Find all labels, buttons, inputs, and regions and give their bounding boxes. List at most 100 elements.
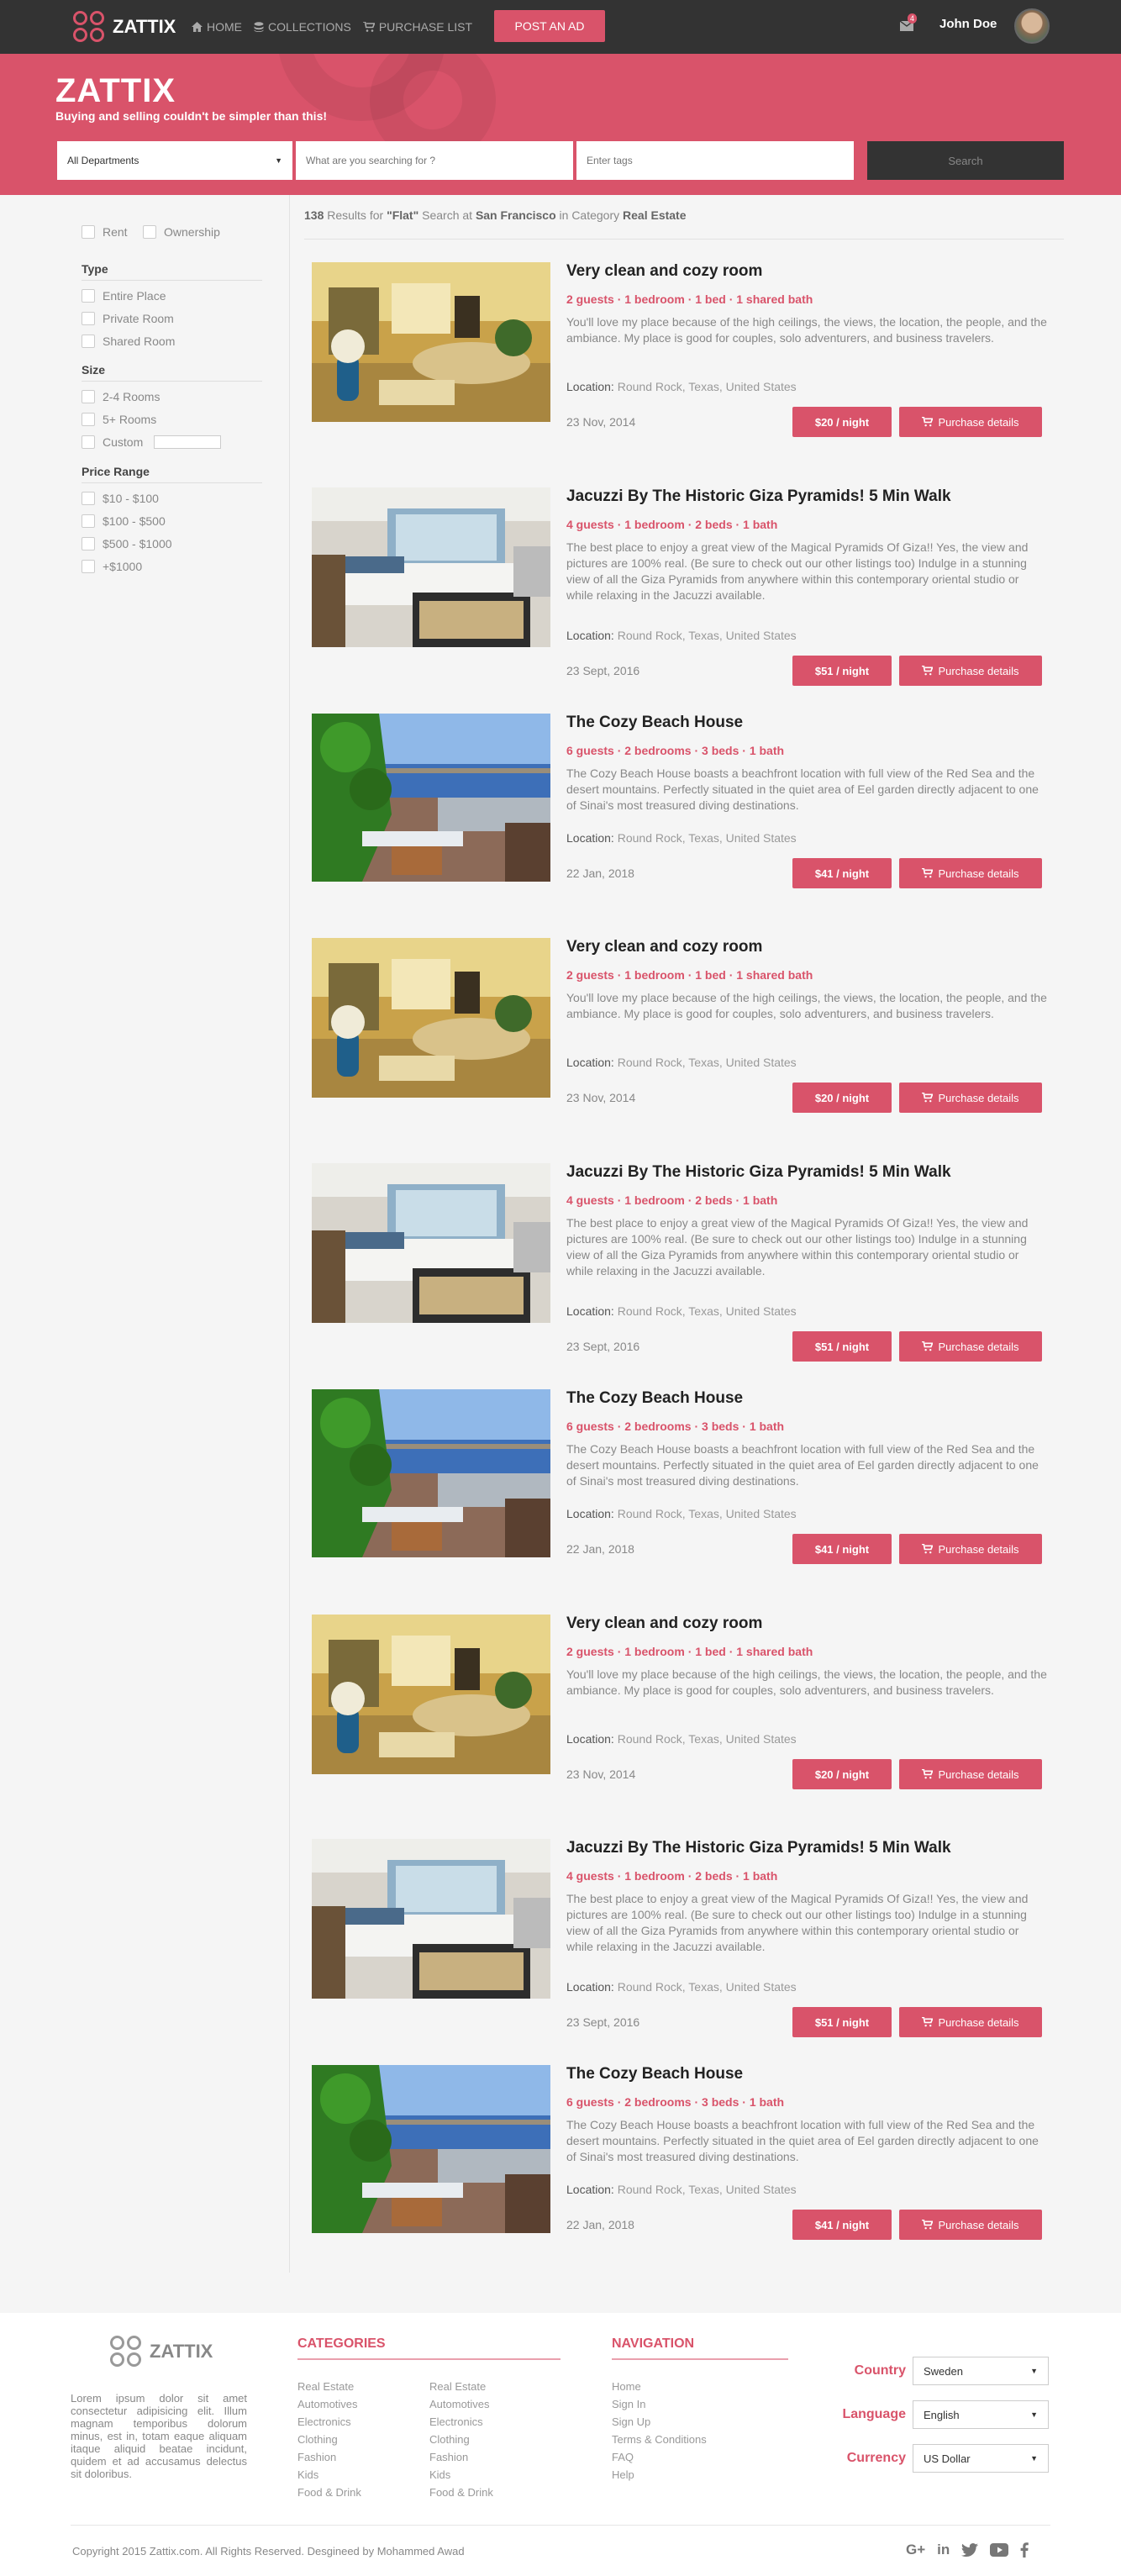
purchase-details-button[interactable]: Purchase details — [899, 1759, 1042, 1789]
footer-link[interactable]: FAQ — [612, 2451, 634, 2463]
footer-link[interactable]: Food & Drink — [297, 2486, 361, 2499]
filter-price-100-500[interactable]: $100 - $500 — [82, 514, 166, 528]
filter-private-room[interactable]: Private Room — [82, 312, 174, 325]
listing-photo[interactable] — [312, 714, 550, 882]
price-button[interactable]: $41 / night — [792, 1534, 892, 1564]
footer-link[interactable]: Fashion — [297, 2451, 336, 2463]
filter-price-10-100[interactable]: $10 - $100 — [82, 492, 159, 505]
filter-ownership[interactable]: Ownership — [143, 225, 220, 239]
listing-title[interactable]: Jacuzzi By The Historic Giza Pyramids! 5… — [566, 1839, 951, 1857]
listing-title[interactable]: The Cozy Beach House — [566, 714, 743, 732]
filter-price-500-1000[interactable]: $500 - $1000 — [82, 537, 172, 550]
nav-purchase-list[interactable]: PURCHASE LIST — [362, 20, 472, 34]
footer-link[interactable]: Kids — [429, 2468, 450, 2481]
footer-link[interactable]: Real Estate — [297, 2380, 354, 2393]
checkbox[interactable] — [82, 390, 95, 403]
footer-link[interactable]: Fashion — [429, 2451, 468, 2463]
listing-photo[interactable] — [312, 1163, 550, 1323]
country-select[interactable]: Sweden ▼ — [913, 2357, 1049, 2385]
price-button[interactable]: $20 / night — [792, 1083, 892, 1113]
footer-link[interactable]: Home — [612, 2380, 641, 2393]
department-select[interactable]: All Departments ▼ — [57, 141, 292, 180]
footer-link[interactable]: Help — [612, 2468, 634, 2481]
twitter-icon[interactable] — [961, 2543, 979, 2557]
listing-photo[interactable] — [312, 1615, 550, 1774]
listing-title[interactable]: Jacuzzi By The Historic Giza Pyramids! 5… — [566, 1163, 951, 1182]
price-button[interactable]: $41 / night — [792, 858, 892, 888]
tags-input[interactable] — [576, 141, 854, 180]
user-name[interactable]: John Doe — [939, 17, 997, 31]
footer-link[interactable]: Electronics — [429, 2415, 483, 2428]
search-input[interactable] — [296, 141, 573, 180]
listing-photo[interactable] — [312, 1839, 550, 1999]
purchase-details-button[interactable]: Purchase details — [899, 1083, 1042, 1113]
listing-photo[interactable] — [312, 487, 550, 647]
facebook-icon[interactable] — [1020, 2542, 1029, 2558]
custom-size-input[interactable] — [154, 435, 222, 449]
price-button[interactable]: $51 / night — [792, 656, 892, 686]
listing-photo[interactable] — [312, 938, 550, 1098]
user-avatar[interactable] — [1014, 8, 1050, 44]
linkedin-icon[interactable]: in — [937, 2542, 950, 2558]
footer-link[interactable]: Automotives — [297, 2398, 358, 2410]
filter-5plus-rooms[interactable]: 5+ Rooms — [82, 413, 156, 426]
post-ad-button[interactable]: POST AN AD — [494, 10, 605, 42]
checkbox[interactable] — [82, 492, 95, 505]
nav-home[interactable]: HOME — [192, 20, 242, 34]
listing-photo[interactable] — [312, 262, 550, 422]
filter-price-1000plus[interactable]: +$1000 — [82, 560, 142, 573]
checkbox[interactable] — [82, 514, 95, 528]
filter-entire-place[interactable]: Entire Place — [82, 289, 166, 303]
checkbox[interactable] — [82, 289, 95, 303]
checkbox[interactable] — [82, 335, 95, 348]
checkbox[interactable] — [82, 435, 95, 449]
youtube-icon[interactable] — [990, 2543, 1009, 2557]
filter-shared-room[interactable]: Shared Room — [82, 335, 175, 348]
checkbox[interactable] — [82, 225, 95, 239]
purchase-details-button[interactable]: Purchase details — [899, 2007, 1042, 2037]
google-plus-icon[interactable]: G+ — [906, 2542, 925, 2558]
footer-link[interactable]: Clothing — [429, 2433, 470, 2446]
checkbox[interactable] — [143, 225, 156, 239]
filter-rent[interactable]: Rent — [82, 225, 128, 239]
purchase-details-button[interactable]: Purchase details — [899, 407, 1042, 437]
purchase-details-button[interactable]: Purchase details — [899, 1331, 1042, 1362]
checkbox[interactable] — [82, 537, 95, 550]
price-button[interactable]: $20 / night — [792, 1759, 892, 1789]
nav-collections[interactable]: COLLECTIONS — [254, 20, 351, 34]
purchase-details-button[interactable]: Purchase details — [899, 656, 1042, 686]
price-button[interactable]: $51 / night — [792, 2007, 892, 2037]
language-select[interactable]: English ▼ — [913, 2400, 1049, 2429]
checkbox[interactable] — [82, 312, 95, 325]
listing-photo[interactable] — [312, 2065, 550, 2233]
currency-select[interactable]: US Dollar ▼ — [913, 2444, 1049, 2473]
footer-link[interactable]: Clothing — [297, 2433, 338, 2446]
footer-link[interactable]: Terms & Conditions — [612, 2433, 707, 2446]
purchase-details-button[interactable]: Purchase details — [899, 1534, 1042, 1564]
listing-photo[interactable] — [312, 1389, 550, 1557]
price-button[interactable]: $41 / night — [792, 2210, 892, 2240]
logo-link[interactable]: ZATTIX — [72, 8, 176, 45]
listing-title[interactable]: Very clean and cozy room — [566, 938, 762, 956]
listing-title[interactable]: Very clean and cozy room — [566, 262, 762, 281]
footer-link[interactable]: Automotives — [429, 2398, 490, 2410]
listing-title[interactable]: Jacuzzi By The Historic Giza Pyramids! 5… — [566, 487, 951, 506]
listing-title[interactable]: The Cozy Beach House — [566, 1389, 743, 1408]
listing-title[interactable]: Very clean and cozy room — [566, 1615, 762, 1633]
footer-link[interactable]: Sign In — [612, 2398, 645, 2410]
checkbox[interactable] — [82, 560, 95, 573]
search-button[interactable]: Search — [867, 141, 1064, 180]
listing-title[interactable]: The Cozy Beach House — [566, 2065, 743, 2083]
footer-link[interactable]: Electronics — [297, 2415, 351, 2428]
footer-link[interactable]: Kids — [297, 2468, 318, 2481]
filter-custom-size[interactable]: Custom — [82, 435, 222, 449]
price-button[interactable]: $20 / night — [792, 407, 892, 437]
footer-logo[interactable]: ZATTIX — [109, 2335, 213, 2368]
checkbox[interactable] — [82, 413, 95, 426]
footer-link[interactable]: Food & Drink — [429, 2486, 493, 2499]
price-button[interactable]: $51 / night — [792, 1331, 892, 1362]
footer-link[interactable]: Real Estate — [429, 2380, 486, 2393]
purchase-details-button[interactable]: Purchase details — [899, 2210, 1042, 2240]
footer-link[interactable]: Sign Up — [612, 2415, 650, 2428]
filter-2-4-rooms[interactable]: 2-4 Rooms — [82, 390, 160, 403]
